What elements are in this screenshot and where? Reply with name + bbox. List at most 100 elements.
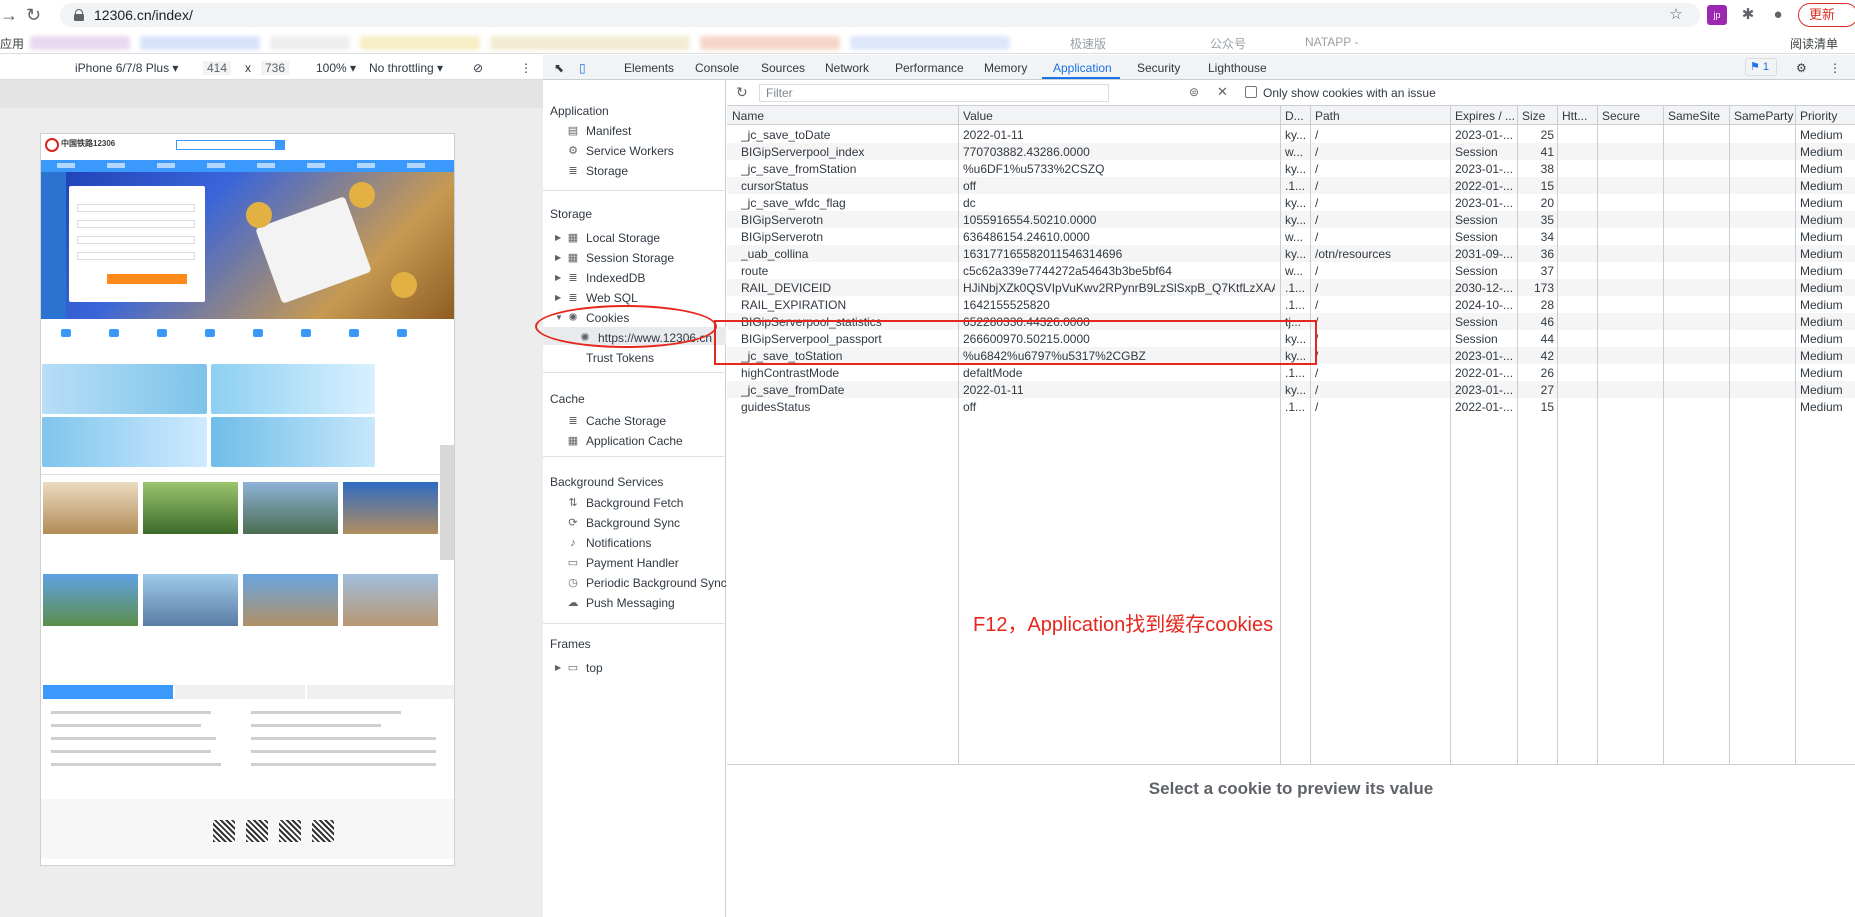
table-row[interactable]: RAIL_DEVICEID HJiNbjXZk0QSVIpVuKwv2RPynrB…	[727, 279, 1855, 296]
sidebar-item-background-sync[interactable]: Background Sync	[586, 516, 680, 530]
page-thumb[interactable]	[243, 574, 338, 626]
page-search-input[interactable]	[176, 140, 276, 150]
column-size[interactable]: Size	[1522, 109, 1545, 123]
page-tile[interactable]	[42, 417, 207, 467]
inspect-icon[interactable]: ⬉	[554, 61, 564, 75]
column-name[interactable]: Name	[732, 109, 764, 123]
sidebar-item-push-messaging[interactable]: Push Messaging	[586, 596, 675, 610]
tab-performance[interactable]: Performance	[895, 61, 964, 75]
back-icon[interactable]: →	[0, 5, 18, 26]
page-thumb[interactable]	[243, 482, 338, 534]
column-samesite[interactable]: SameSite	[1668, 109, 1720, 123]
tab-elements[interactable]: Elements	[624, 61, 674, 75]
column-domain[interactable]: D...	[1285, 109, 1304, 123]
column-sameparty[interactable]: SameParty	[1734, 109, 1793, 123]
sidebar-item-manifest[interactable]: Manifest	[586, 124, 631, 138]
filter-input[interactable]: Filter	[759, 84, 1109, 102]
sidebar-item-storage[interactable]: Storage	[586, 164, 628, 178]
column-priority[interactable]: Priority	[1800, 109, 1837, 123]
expand-icon[interactable]: ▶	[555, 293, 561, 302]
close-icon[interactable]: ✕	[1217, 84, 1228, 100]
expand-icon[interactable]: ▶	[555, 663, 561, 672]
bookmark-fragment[interactable]: NATAPP -	[1305, 35, 1358, 49]
zoom-select[interactable]: 100% ▾	[316, 61, 356, 75]
table-row[interactable]: BIGipServerpool_index 770703882.43286.000…	[727, 143, 1855, 160]
sidebar-item-cache-storage[interactable]: Cache Storage	[586, 414, 666, 428]
clear-filtered-icon[interactable]: ⊜	[1189, 85, 1199, 99]
page-thumb[interactable]	[143, 482, 238, 534]
table-row[interactable]: guidesStatus off .1... / 2022-01-... 15 Medium	[727, 398, 1855, 415]
sidebar-item-payment-handler[interactable]: Payment Handler	[586, 556, 679, 570]
star-icon[interactable]: ☆	[1666, 5, 1686, 25]
page-thumb[interactable]	[343, 574, 438, 626]
sidebar-item-notifications[interactable]: Notifications	[586, 536, 651, 550]
page-ticket-form[interactable]	[69, 186, 205, 302]
apps-label[interactable]: 应用	[0, 35, 24, 52]
device-select[interactable]: iPhone 6/7/8 Plus ▾	[75, 61, 178, 75]
bookmark-fragment[interactable]: 极速版	[1070, 35, 1106, 52]
settings-icon[interactable]: ⚙	[1796, 61, 1807, 75]
column-httponly[interactable]: Htt...	[1562, 109, 1587, 123]
sidebar-item-web-sql[interactable]: Web SQL	[586, 291, 638, 305]
device-toggle-icon[interactable]: ▯	[579, 61, 586, 75]
puzzle-icon[interactable]: ✱	[1738, 5, 1758, 25]
reading-list[interactable]: 阅读清单	[1790, 35, 1838, 52]
sidebar-item-indexeddb[interactable]: IndexedDB	[586, 271, 645, 285]
sidebar-item-local-storage[interactable]: Local Storage	[586, 231, 660, 245]
only-issues-checkbox[interactable]	[1245, 86, 1257, 98]
height-input[interactable]: 736	[261, 61, 290, 75]
table-row[interactable]: _uab_collina 163177165582011546314696 ky..…	[727, 245, 1855, 262]
tab-sources[interactable]: Sources	[761, 61, 805, 75]
page-side-tabs[interactable]	[41, 172, 66, 319]
sidebar-item-session-storage[interactable]: Session Storage	[586, 251, 674, 265]
column-secure[interactable]: Secure	[1602, 109, 1640, 123]
sidebar-item-background-fetch[interactable]: Background Fetch	[586, 496, 683, 510]
more-icon[interactable]: ⋮	[1829, 61, 1841, 75]
sidebar-item-frame-top[interactable]: top	[586, 661, 603, 675]
profile-icon[interactable]: ●	[1768, 5, 1788, 25]
bookmark-fragment[interactable]: 公众号	[1210, 35, 1246, 52]
page-thumb[interactable]	[43, 482, 138, 534]
page-thumb[interactable]	[343, 482, 438, 534]
tab-network[interactable]: Network	[825, 61, 869, 75]
page-tile[interactable]	[211, 364, 375, 414]
update-button[interactable]: 更新	[1798, 3, 1855, 27]
tab-memory[interactable]: Memory	[984, 61, 1027, 75]
sidebar-item-trust-tokens[interactable]: Trust Tokens	[586, 351, 654, 365]
page-tile[interactable]	[42, 364, 207, 414]
table-row[interactable]: highContrastMode defaltMode .1... / 2022-01-…	[727, 364, 1855, 381]
page-search-icon[interactable]	[275, 140, 285, 150]
tab-console[interactable]: Console	[695, 61, 739, 75]
expand-icon[interactable]: ▶	[555, 273, 561, 282]
expand-icon[interactable]: ▶	[555, 253, 561, 262]
column-path[interactable]: Path	[1315, 109, 1340, 123]
table-row[interactable]: route c5c62a339e7744272a54643b3be5bf64 w..…	[727, 262, 1855, 279]
table-row[interactable]: _jc_save_fromDate 2022-01-11 ky... / 2023-01…	[727, 381, 1855, 398]
table-row[interactable]: BIGipServerotn 636486154.24610.0000 w... / S…	[727, 228, 1855, 245]
reload-icon[interactable]: ↻	[26, 5, 41, 26]
sidebar-item-service-workers[interactable]: Service Workers	[586, 144, 674, 158]
table-row[interactable]: RAIL_EXPIRATION 1642155525820 .1... / 2024-1…	[727, 296, 1855, 313]
throttle-select[interactable]: No throttling ▾	[369, 61, 443, 75]
page-service-icons[interactable]	[41, 327, 454, 355]
emulated-page[interactable]: 中国铁路12306	[40, 133, 455, 866]
table-row[interactable]: cursorStatus off .1... / 2022-01-... 15 Medium	[727, 177, 1855, 194]
extension-icon[interactable]: jp	[1707, 5, 1727, 25]
page-thumb[interactable]	[43, 574, 138, 626]
sidebar-item-periodic-background-sync[interactable]: Periodic Background Sync	[586, 576, 727, 590]
page-tile[interactable]	[211, 417, 375, 467]
rotate-icon[interactable]: ⊘	[473, 61, 483, 75]
column-value[interactable]: Value	[963, 109, 993, 123]
column-expires[interactable]: Expires / ...	[1455, 109, 1515, 123]
address-bar[interactable]: 12306.cn/index/	[60, 3, 1700, 27]
table-row[interactable]: BIGipServerotn 1055916554.50210.0000 ky...…	[727, 211, 1855, 228]
refresh-icon[interactable]: ↻	[736, 84, 748, 101]
page-news-tabs[interactable]	[41, 685, 454, 699]
table-row[interactable]: _jc_save_wfdc_flag dc ky... / 2023-01-... 20 M…	[727, 194, 1855, 211]
issues-button[interactable]: ⚑ 1	[1745, 58, 1777, 76]
more-icon[interactable]: ⋮	[520, 61, 532, 75]
table-row[interactable]: _jc_save_toDate 2022-01-11 ky... / 2023-01-.…	[727, 126, 1855, 143]
tab-lighthouse[interactable]: Lighthouse	[1208, 61, 1267, 75]
tab-security[interactable]: Security	[1137, 61, 1180, 75]
page-float-toolbar[interactable]	[440, 445, 454, 560]
